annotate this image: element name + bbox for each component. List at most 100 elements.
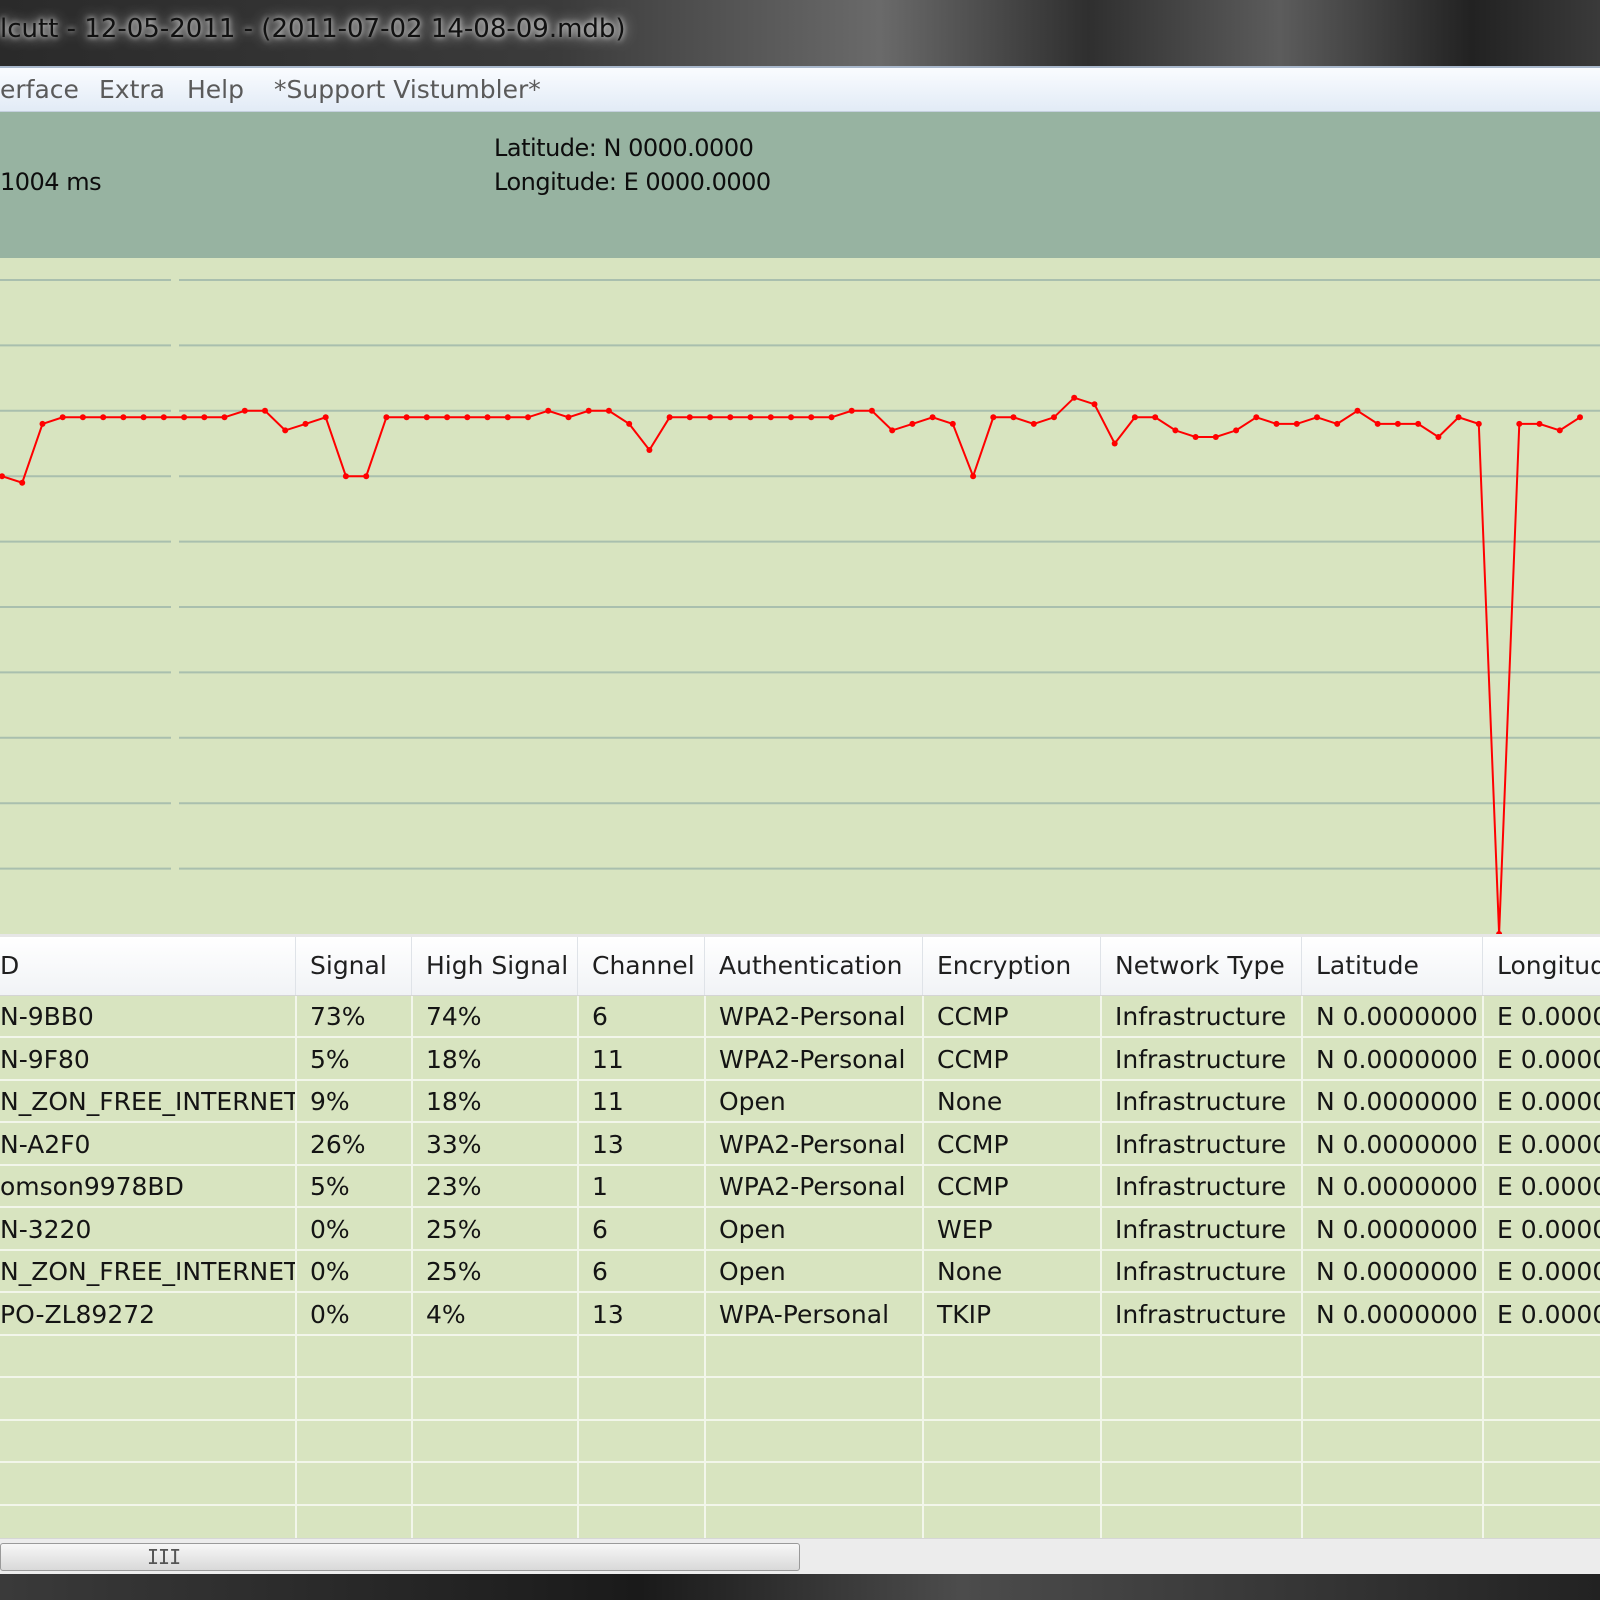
cell-signal: 5% — [310, 1044, 350, 1074]
signal-point — [1293, 420, 1300, 427]
signal-point — [1030, 420, 1037, 427]
signal-point — [1111, 440, 1118, 447]
menu-extra[interactable]: Extra — [99, 75, 165, 104]
cell-ssid: N_ZON_FREE_INTERNET — [0, 1257, 296, 1286]
signal-line — [1, 396, 1581, 934]
horizontal-scrollbar[interactable]: III — [0, 1538, 1600, 1574]
signal-point — [889, 427, 896, 434]
column-header-authentication[interactable]: Authentication — [705, 937, 923, 995]
signal-point — [302, 420, 309, 427]
table-row[interactable]: N-A2F0 26% 33% 13 WPA2-Personal CCMP Infrastru… — [0, 1124, 1600, 1166]
column-header-ssid[interactable]: D — [0, 937, 296, 995]
column-header-longitude[interactable]: Longitude — [1483, 937, 1600, 995]
cell-channel: 1 — [592, 1172, 608, 1201]
cell-authentication: Open — [719, 1257, 786, 1286]
signal-point — [120, 414, 127, 421]
window-bottom-border — [0, 1574, 1600, 1600]
cell-high-signal: 4% — [426, 1299, 466, 1329]
cell-longitude: E 0.0000000 — [1497, 1002, 1600, 1031]
signal-point — [1334, 420, 1341, 427]
signal-point — [990, 414, 997, 421]
cell-signal: 0% — [310, 1257, 350, 1286]
column-divider — [922, 996, 924, 1538]
cell-signal: 5% — [310, 1172, 350, 1201]
cell-latitude: N 0.0000000 — [1316, 1214, 1478, 1244]
refresh-time: 1004 ms — [0, 168, 102, 196]
signal-point — [1152, 414, 1159, 421]
table-row[interactable]: N_ZON_FREE_INTERNET 0% 25% 6 Open None Infrast… — [0, 1251, 1600, 1293]
column-header-encryption[interactable]: Encryption — [923, 937, 1101, 995]
cell-encryption: None — [937, 1257, 1003, 1286]
title-bar[interactable]: lcutt - 12-05-2011 - (2011-07-02 14-08-0… — [0, 0, 1600, 66]
cell-high-signal: 18% — [426, 1087, 482, 1116]
column-header-channel[interactable]: Channel — [578, 937, 705, 995]
cell-encryption: WEP — [937, 1214, 993, 1244]
cell-authentication: WPA2-Personal — [719, 1172, 906, 1201]
cell-network-type: Infrastructure — [1115, 1214, 1287, 1244]
column-header-network-type[interactable]: Network Type — [1101, 937, 1302, 995]
cell-authentication: WPA2-Personal — [719, 1129, 906, 1159]
cell-encryption: TKIP — [937, 1299, 992, 1329]
cell-high-signal: 23% — [426, 1172, 482, 1201]
table-row-empty — [0, 1506, 1600, 1538]
cell-network-type: Infrastructure — [1115, 1002, 1287, 1031]
cell-channel: 6 — [592, 1002, 608, 1031]
cell-longitude: E 0.0000000 — [1497, 1044, 1600, 1074]
table-row[interactable]: omson9978BD 5% 23% 1 WPA2-Personal CCMP Infras… — [0, 1166, 1600, 1208]
table-row[interactable]: N-9BB0 73% 74% 6 WPA2-Personal CCMP Infrastruc… — [0, 996, 1600, 1038]
signal-point — [484, 414, 491, 421]
signal-point — [666, 414, 673, 421]
cell-longitude: E 0.0000000 — [1497, 1299, 1600, 1329]
cell-ssid: N-A2F0 — [0, 1129, 91, 1159]
cell-longitude: E 0.0000000 — [1497, 1214, 1600, 1244]
access-point-list[interactable]: D Signal High Signal Channel Authentication E… — [0, 934, 1600, 1538]
signal-point — [1192, 434, 1199, 440]
signal-point — [1212, 434, 1219, 440]
signal-point — [626, 420, 633, 427]
column-header-label: Encryption — [937, 951, 1072, 980]
signal-point — [423, 414, 430, 421]
cell-ssid: N-9F80 — [0, 1044, 90, 1074]
table-row[interactable]: N-3220 0% 25% 6 Open WEP Infrastructure N 0.000… — [0, 1209, 1600, 1251]
signal-point — [1516, 420, 1523, 427]
cell-ssid: omson9978BD — [0, 1172, 184, 1201]
table-row-empty — [0, 1421, 1600, 1463]
column-header-label: Channel — [592, 951, 695, 980]
signal-point — [0, 473, 5, 480]
scrollbar-thumb[interactable]: III — [0, 1543, 800, 1571]
signal-point — [464, 414, 471, 421]
signal-point — [1172, 427, 1179, 434]
column-header-latitude[interactable]: Latitude — [1302, 937, 1483, 995]
column-header-high-signal[interactable]: High Signal — [412, 937, 578, 995]
cell-longitude: E 0.0000000 — [1497, 1129, 1600, 1159]
cell-channel: 11 — [592, 1044, 624, 1074]
table-row[interactable]: PO-ZL89272 0% 4% 13 WPA-Personal TKIP Infrastr… — [0, 1294, 1600, 1336]
table-header: D Signal High Signal Channel Authentication E… — [0, 934, 1600, 996]
signal-point — [160, 414, 167, 421]
column-header-signal[interactable]: Signal — [296, 937, 412, 995]
table-row[interactable]: N_ZON_FREE_INTERNET 9% 18% 11 Open None Infras… — [0, 1081, 1600, 1123]
signal-point — [201, 414, 208, 421]
cell-ssid: N-9BB0 — [0, 1002, 94, 1031]
signal-point — [727, 414, 734, 421]
signal-point — [1415, 420, 1422, 427]
cell-ssid: N_ZON_FREE_INTERNET — [0, 1087, 296, 1116]
signal-point — [1394, 420, 1401, 427]
signal-point — [1354, 407, 1361, 414]
menu-support-vistumbler[interactable]: *Support Vistumbler* — [274, 75, 541, 104]
cell-encryption: CCMP — [937, 1044, 1009, 1074]
signal-point — [646, 447, 653, 453]
signal-point — [565, 414, 572, 421]
signal-point — [241, 407, 248, 414]
menu-interface[interactable]: erface — [0, 75, 79, 104]
signal-point — [262, 407, 268, 414]
signal-point — [767, 414, 774, 421]
cell-signal: 0% — [310, 1214, 350, 1244]
cell-authentication: WPA2-Personal — [719, 1002, 906, 1031]
table-row[interactable]: N-9F80 5% 18% 11 WPA2-Personal CCMP Infrastruc… — [0, 1039, 1600, 1081]
column-divider — [1100, 996, 1102, 1538]
menu-help[interactable]: Help — [187, 75, 244, 104]
signal-point — [909, 420, 916, 427]
signal-point — [504, 414, 511, 421]
column-divider — [704, 996, 706, 1538]
